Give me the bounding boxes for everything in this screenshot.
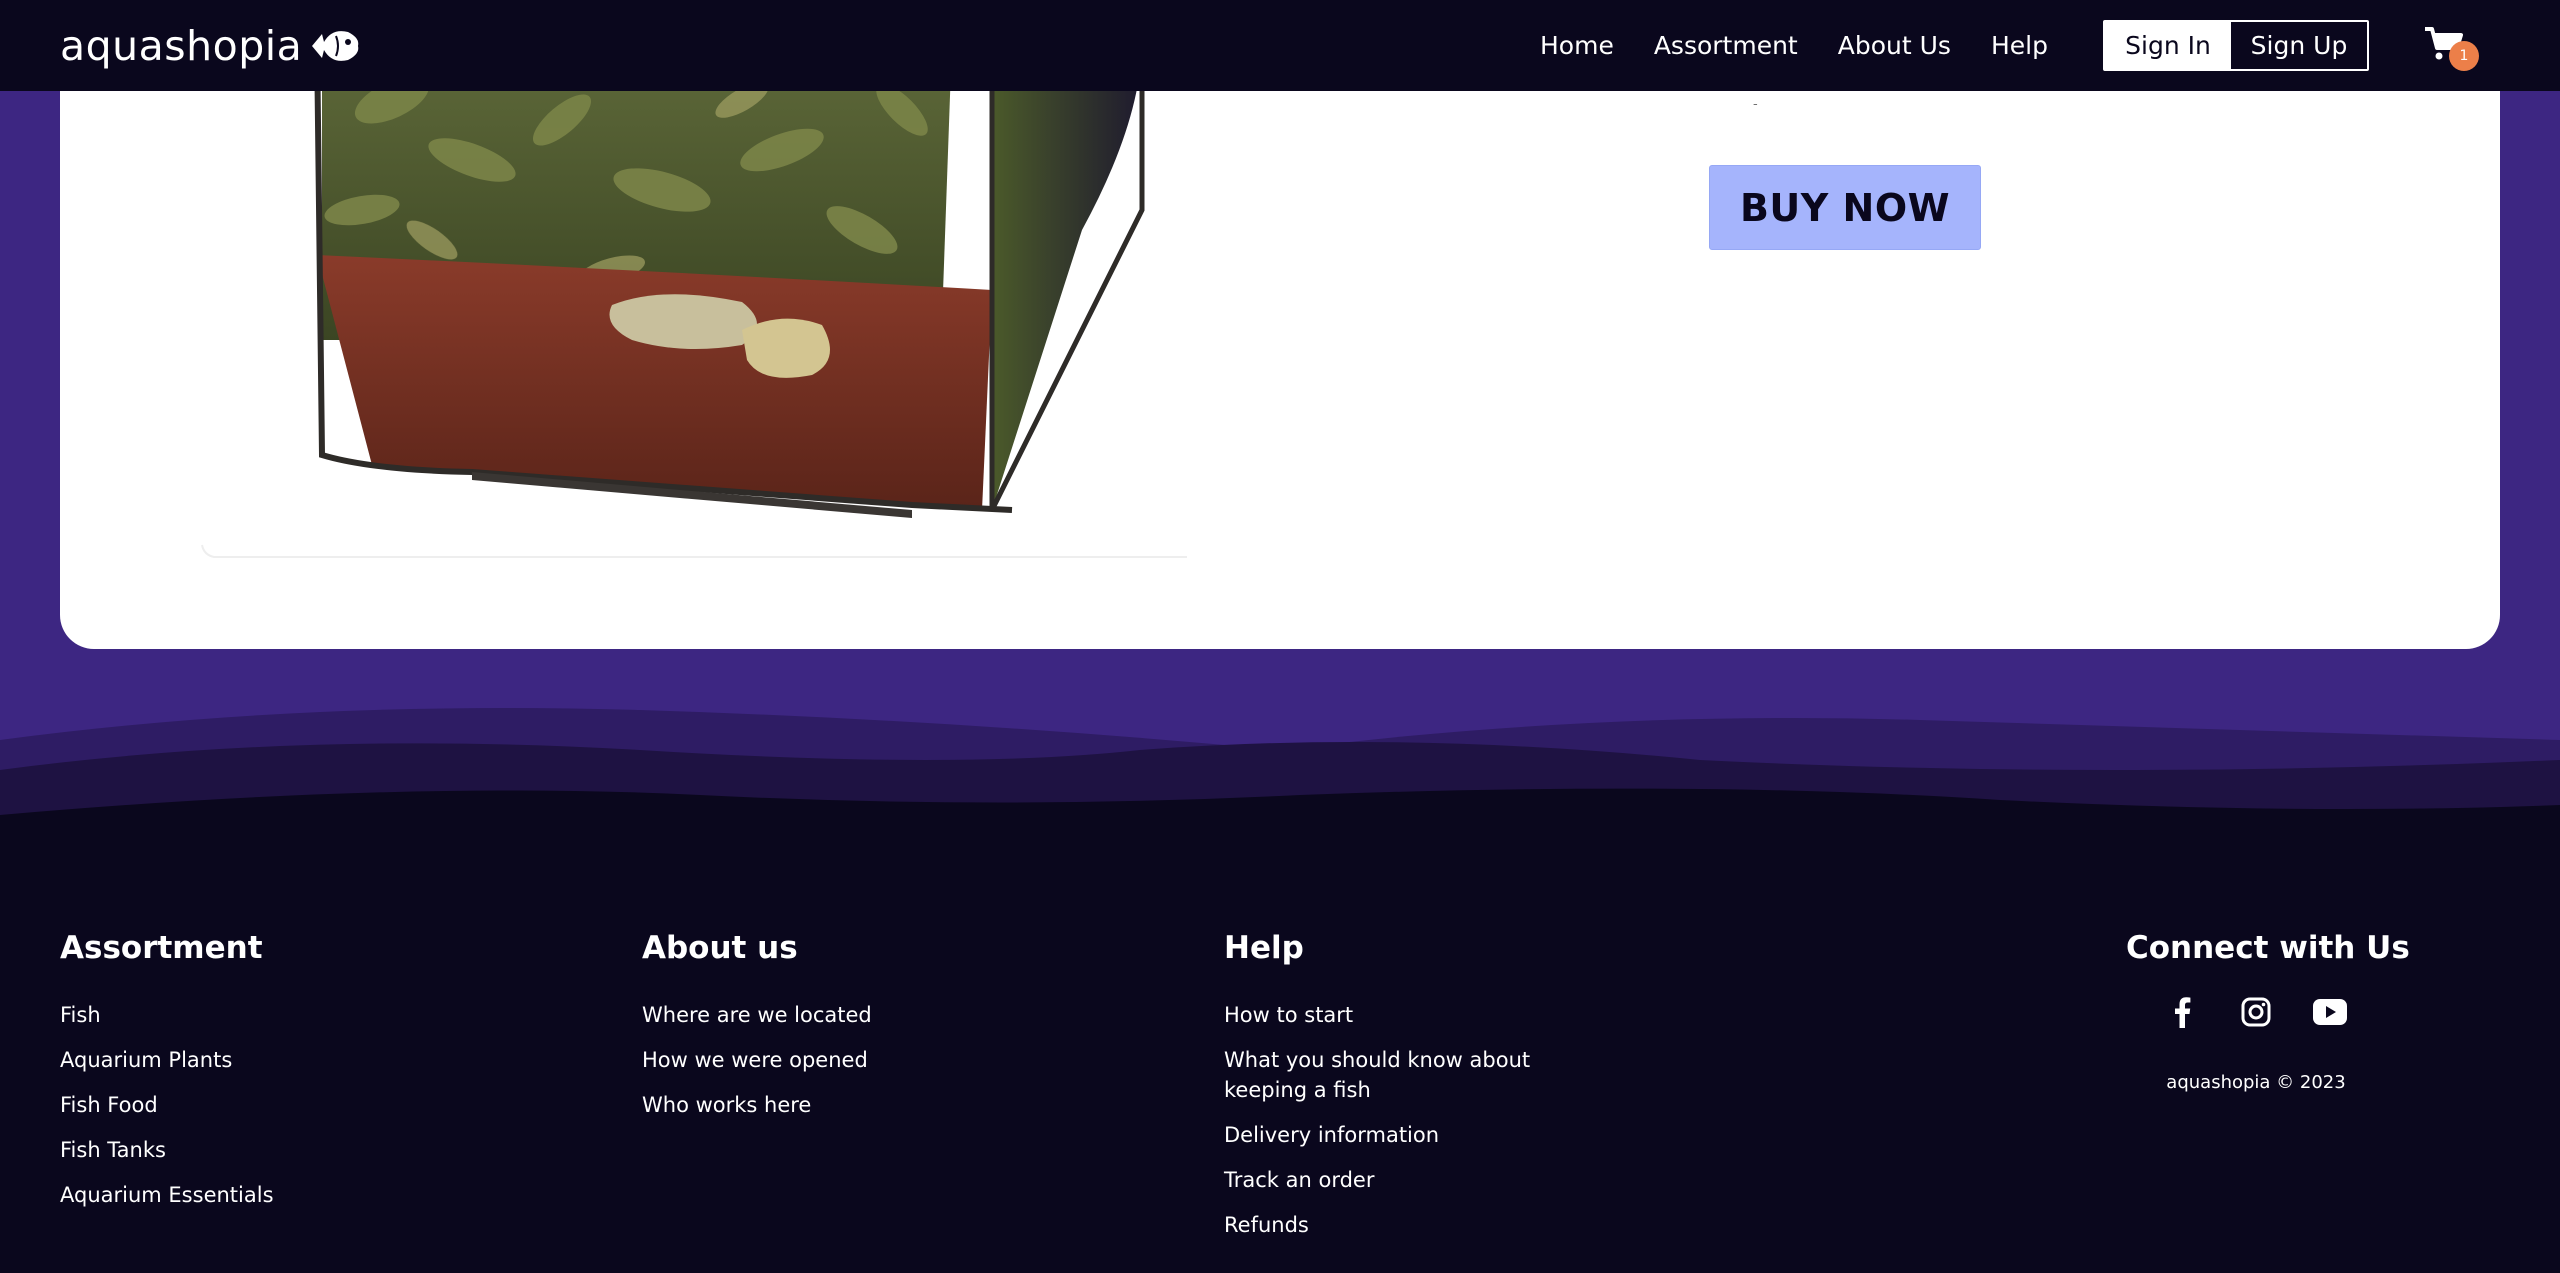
cart-button[interactable]: 1	[2424, 26, 2482, 74]
top-navbar: aquashopia Home Assortment About Us Help…	[0, 0, 2560, 91]
facebook-icon	[2175, 997, 2191, 1028]
footer-link-history[interactable]: How we were opened	[642, 1045, 868, 1075]
footer-heading-assortment: Assortment	[60, 930, 263, 966]
footer-link-track-order[interactable]: Track an order	[1224, 1165, 1374, 1195]
product-image	[201, 40, 1187, 558]
sign-up-button[interactable]: Sign Up	[2231, 22, 2367, 69]
footer-link-fish[interactable]: Fish	[60, 1000, 101, 1030]
footer-column-connect: Connect with Us aquashopia © 2023	[2126, 930, 2410, 1093]
footer-link-refunds[interactable]: Refunds	[1224, 1210, 1309, 1240]
youtube-icon	[2313, 999, 2347, 1025]
wave-divider	[0, 708, 2560, 850]
nav-link-assortment[interactable]: Assortment	[1654, 31, 1798, 60]
footer-column-help: Help How to start What you should know a…	[1224, 930, 1564, 1255]
buy-now-button[interactable]: BUY NOW	[1709, 165, 1981, 250]
auth-buttons: Sign In Sign Up	[2103, 20, 2369, 71]
main-nav: Home Assortment About Us Help	[1540, 0, 2088, 91]
instagram-icon	[2241, 997, 2271, 1027]
brand-logo-link[interactable]: aquashopia	[60, 18, 360, 74]
sign-in-button[interactable]: Sign In	[2105, 22, 2231, 69]
footer-link-delivery[interactable]: Delivery information	[1224, 1120, 1439, 1150]
nav-link-help[interactable]: Help	[1991, 31, 2048, 60]
footer-link-aquarium-essentials[interactable]: Aquarium Essentials	[60, 1180, 274, 1210]
footer-link-how-to-start[interactable]: How to start	[1224, 1000, 1353, 1030]
nav-link-about-us[interactable]: About Us	[1838, 31, 1951, 60]
footer-link-fish-tanks[interactable]: Fish Tanks	[60, 1135, 166, 1165]
footer-link-fish-keeping-guide[interactable]: What you should know about keeping a fis…	[1224, 1045, 1564, 1105]
footer-link-aquarium-plants[interactable]: Aquarium Plants	[60, 1045, 232, 1075]
facebook-link[interactable]	[2162, 992, 2202, 1032]
instagram-link[interactable]	[2236, 992, 2276, 1032]
social-links	[2126, 992, 2386, 1032]
footer-heading-help: Help	[1224, 930, 1304, 966]
youtube-link[interactable]	[2310, 992, 2350, 1032]
fish-logo-icon	[312, 31, 359, 61]
footer-link-team[interactable]: Who works here	[642, 1090, 811, 1120]
footer-heading-connect: Connect with Us	[2126, 930, 2410, 966]
footer-link-location[interactable]: Where are we located	[642, 1000, 872, 1030]
product-card: $9.99 BUY NOW	[60, 40, 2500, 649]
footer-heading-about: About us	[642, 930, 798, 966]
footer-link-fish-food[interactable]: Fish Food	[60, 1090, 158, 1120]
footer: Assortment Fish Aquarium Plants Fish Foo…	[0, 830, 2560, 1273]
brand-name: aquashopia	[60, 22, 303, 70]
footer-column-assortment: Assortment Fish Aquarium Plants Fish Foo…	[60, 930, 274, 1225]
footer-column-about: About us Where are we located How we wer…	[642, 930, 872, 1135]
cart-count-badge: 1	[2449, 41, 2479, 71]
copyright-text: aquashopia © 2023	[2166, 1072, 2346, 1093]
nav-link-home[interactable]: Home	[1540, 31, 1614, 60]
